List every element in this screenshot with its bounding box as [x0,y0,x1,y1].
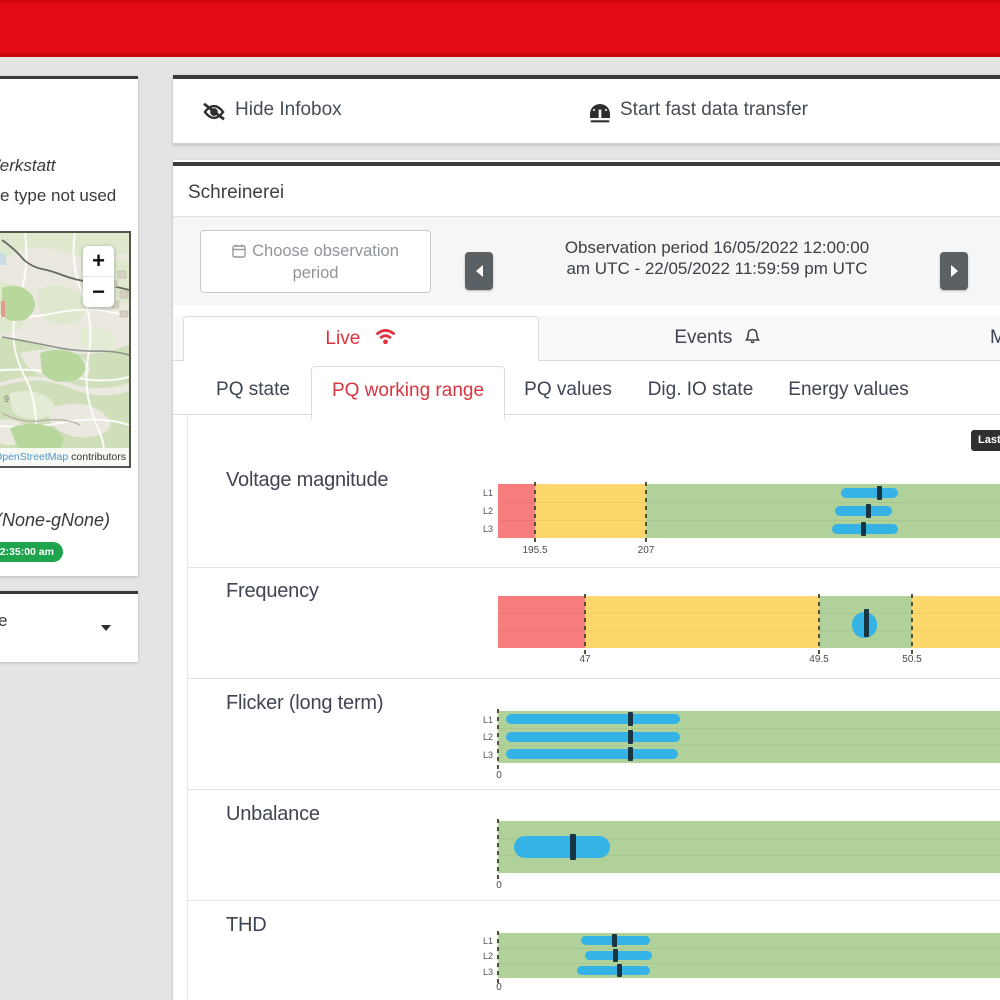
svg-text:9: 9 [4,394,9,404]
